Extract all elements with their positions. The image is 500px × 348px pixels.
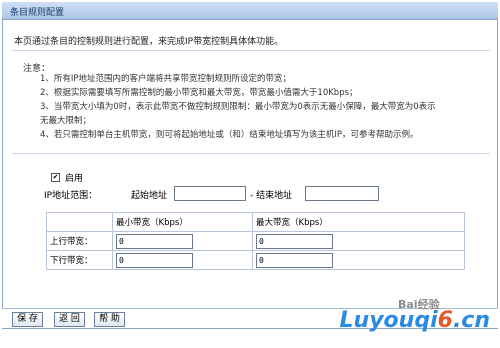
table-header-cell — [46, 212, 113, 232]
watermark-six: 6 — [437, 308, 453, 333]
config-frame — [2, 2, 498, 329]
table-cell: 0 — [112, 250, 253, 270]
help-button[interactable]: 帮 助 — [94, 312, 125, 327]
upstream-label: 上行带宽： — [46, 231, 113, 251]
start-address-label: 起始地址 — [131, 191, 168, 201]
page-title: 条目规则配置 — [10, 8, 65, 18]
upstream-max-input[interactable]: 0 — [256, 233, 333, 249]
start-address-input[interactable] — [174, 186, 246, 201]
save-button[interactable]: 保 存 — [12, 312, 43, 327]
table-row: 下行带宽： 0 0 — [46, 250, 465, 270]
table-cell: 0 — [252, 250, 465, 270]
table-cell: 0 — [112, 231, 253, 251]
downstream-min-input[interactable]: 0 — [116, 252, 193, 268]
downstream-label: 下行带宽： — [46, 250, 113, 270]
table-header-cell: 最小带宽（Kbps） — [112, 212, 253, 232]
watermark-text: Luyouqi — [339, 308, 438, 333]
note-item: 2、根据实际需要填写所需控制的最小带宽和最大带宽，带宽最小值需大于10Kbps； — [40, 88, 358, 98]
table-row: 上行带宽： 0 0 — [46, 231, 465, 251]
watermark-tail: .cn — [452, 308, 490, 333]
back-button[interactable]: 返 回 — [54, 312, 85, 327]
note-item: 1、所有IP地址范围内的客户端将共享带宽控制规则所设定的带宽； — [40, 74, 292, 84]
enable-row: ✔ 启用 — [51, 171, 83, 184]
upstream-min-input[interactable]: 0 — [116, 233, 193, 249]
site-watermark: Luyouqi6.cn — [340, 308, 490, 333]
note-item: 无最大限制； — [40, 116, 92, 126]
table-cell: 0 — [252, 231, 465, 251]
table-header-row: 最小带宽（Kbps） 最大带宽（Kbps） — [46, 212, 465, 232]
enable-label: 启用 — [65, 174, 84, 184]
end-address-input[interactable] — [305, 186, 379, 201]
table-header-cell: 最大带宽（Kbps） — [252, 212, 465, 232]
enable-checkbox[interactable]: ✔ — [51, 173, 60, 182]
divider — [12, 153, 490, 154]
downstream-max-input[interactable]: 0 — [256, 252, 333, 268]
ip-range-label: IP地址范围： — [44, 191, 98, 201]
end-address-label: - 结束地址 — [250, 191, 293, 201]
note-item: 3、当带宽大小填为0时，表示此带宽不做控制规则限制：最小带宽为0表示无最小保障，… — [40, 102, 436, 112]
divider — [12, 50, 490, 51]
bandwidth-table: 最小带宽（Kbps） 最大带宽（Kbps） 上行带宽： 0 0 下行带宽： 0 … — [46, 212, 465, 270]
title-bar: 条目规则配置 — [2, 2, 498, 20]
note-item: 4、若只需控制单台主机带宽，则可将起始地址或（和）结束地址填写为该主机IP，可参… — [40, 130, 419, 140]
intro-text: 本页通过条目的控制规则进行配置，来完成IP带宽控制具体体功能。 — [14, 37, 284, 47]
